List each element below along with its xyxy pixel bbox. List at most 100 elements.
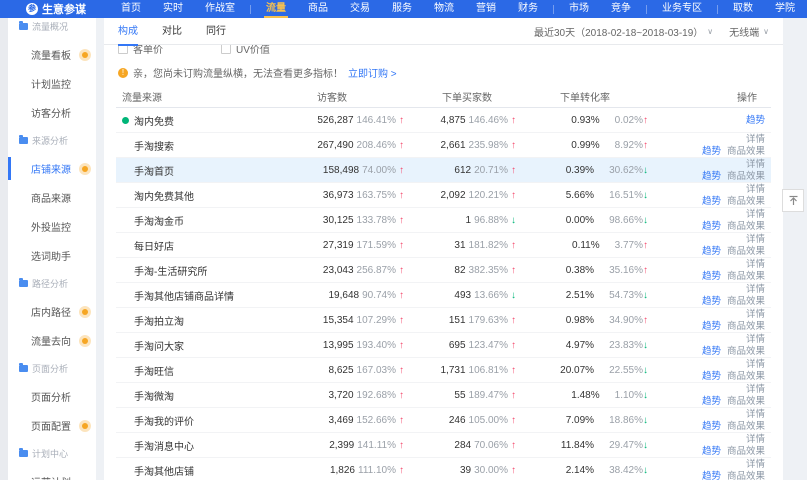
trend-link[interactable]: 趋势 [702, 346, 721, 357]
nav-item-流量[interactable]: 流量 [255, 0, 297, 18]
sidebar-item-选词助手[interactable]: 选词助手 [8, 241, 96, 270]
detail-link[interactable]: 详情 [746, 234, 765, 245]
nav-item-财务[interactable]: 财务 [507, 0, 549, 18]
arrow-up-icon: ↑ [511, 315, 516, 326]
sidebar-item-页面配置[interactable]: 页面配置 [8, 411, 96, 440]
trend-link[interactable]: 趋势 [702, 171, 721, 182]
operations-cell: 详情趋势商品效果 [686, 409, 771, 432]
detail-link[interactable]: 详情 [746, 184, 765, 195]
trend-link[interactable]: 趋势 [702, 146, 721, 157]
detail-link[interactable]: 详情 [746, 284, 765, 295]
metric-checkbox-UV价值[interactable]: UV价值 [221, 45, 270, 56]
nav-item-竞争[interactable]: 竞争 [600, 0, 642, 18]
detail-link[interactable]: 详情 [746, 334, 765, 345]
nav-item-取数[interactable]: 取数 [722, 0, 764, 18]
detail-link[interactable]: 详情 [746, 459, 765, 470]
sidebar-item-外投监控[interactable]: 外投监控 [8, 212, 96, 241]
sidebar-item-商品来源[interactable]: 商品来源 [8, 183, 96, 212]
tab-构成[interactable]: 构成 [118, 18, 138, 45]
trend-link[interactable]: 趋势 [702, 371, 721, 382]
product-effect-link[interactable]: 商品效果 [727, 271, 765, 282]
sidebar-item-页面分析[interactable]: 页面分析 [8, 382, 96, 411]
tab-对比[interactable]: 对比 [162, 18, 182, 45]
nav-item-作战室[interactable]: 作战室 [194, 0, 246, 18]
nav-item-实时[interactable]: 实时 [152, 0, 194, 18]
product-effect-link[interactable]: 商品效果 [727, 396, 765, 407]
conversion-cell: 0.39%30.62%↓ [544, 165, 686, 176]
back-to-top-button[interactable] [782, 189, 804, 212]
sidebar-item-运营计划[interactable]: 运营计划 [8, 467, 96, 480]
product-effect-link[interactable]: 商品效果 [727, 221, 765, 232]
subscribe-link[interactable]: 立即订购 > [348, 65, 397, 80]
sidebar-item-店铺来源[interactable]: 店铺来源 [8, 154, 96, 183]
terminal-select[interactable]: 无线端 ∨ [729, 24, 769, 39]
sidebar-item-流量去向[interactable]: 流量去向 [8, 326, 96, 355]
metric-checkbox-客单价[interactable]: 客单价 [118, 45, 163, 56]
trend-link[interactable]: 趋势 [702, 196, 721, 207]
folder-icon [19, 23, 28, 30]
nav-item-营销[interactable]: 营销 [465, 0, 507, 18]
left-scroll-strip[interactable] [0, 18, 8, 480]
detail-link[interactable]: 详情 [746, 309, 765, 320]
sidebar-section-计划中心[interactable]: 计划中心 [8, 440, 96, 467]
sidebar-section-页面分析[interactable]: 页面分析 [8, 355, 96, 382]
trend-link[interactable]: 趋势 [746, 115, 765, 126]
trend-link[interactable]: 趋势 [702, 471, 721, 480]
product-effect-link[interactable]: 商品效果 [727, 196, 765, 207]
metric-value: 2,092 [440, 190, 465, 201]
app-logo[interactable]: 参 生意参谋 [26, 1, 86, 17]
nav-item-商品[interactable]: 商品 [297, 0, 339, 18]
sidebar-item-流量看板[interactable]: 流量看板 [8, 40, 96, 69]
metric-value: 267,490 [317, 140, 353, 151]
product-effect-link[interactable]: 商品效果 [727, 446, 765, 457]
product-effect-link[interactable]: 商品效果 [727, 371, 765, 382]
product-effect-link[interactable]: 商品效果 [727, 421, 765, 432]
product-effect-link[interactable]: 商品效果 [727, 321, 765, 332]
nav-item-首页[interactable]: 首页 [110, 0, 152, 18]
product-effect-link[interactable]: 商品效果 [727, 146, 765, 157]
detail-link[interactable]: 详情 [746, 434, 765, 445]
trend-link[interactable]: 趋势 [702, 321, 721, 332]
arrow-up-icon: ↑ [399, 440, 404, 451]
sidebar-section-来源分析[interactable]: 来源分析 [8, 127, 96, 154]
sidebar-section-流量概况[interactable]: 流量概况 [8, 18, 96, 40]
trend-link[interactable]: 趋势 [702, 271, 721, 282]
detail-link[interactable]: 详情 [746, 359, 765, 370]
trend-link[interactable]: 趋势 [702, 446, 721, 457]
main-layout: 流量概况流量看板计划监控访客分析来源分析店铺来源商品来源外投监控选词助手路径分析… [0, 18, 807, 480]
detail-link[interactable]: 详情 [746, 209, 765, 220]
detail-link[interactable]: 详情 [746, 409, 765, 420]
trend-link[interactable]: 趋势 [702, 296, 721, 307]
product-effect-link[interactable]: 商品效果 [727, 471, 765, 480]
column-header-操作: 操作 [686, 89, 771, 104]
trend-link[interactable]: 趋势 [702, 246, 721, 257]
sidebar-item-店内路径[interactable]: 店内路径 [8, 297, 96, 326]
nav-item-业务专区[interactable]: 业务专区 [651, 0, 713, 18]
product-effect-link[interactable]: 商品效果 [727, 296, 765, 307]
product-effect-link[interactable]: 商品效果 [727, 346, 765, 357]
new-badge-icon [79, 306, 91, 318]
nav-item-交易[interactable]: 交易 [339, 0, 381, 18]
sidebar-item-计划监控[interactable]: 计划监控 [8, 69, 96, 98]
tab-同行[interactable]: 同行 [206, 18, 226, 45]
product-effect-link[interactable]: 商品效果 [727, 246, 765, 257]
nav-item-物流[interactable]: 物流 [423, 0, 465, 18]
nav-item-学院[interactable]: 学院 [764, 0, 806, 18]
arrow-down-icon: ↓ [643, 215, 648, 226]
trend-link[interactable]: 趋势 [702, 396, 721, 407]
detail-link[interactable]: 详情 [746, 384, 765, 395]
metric-delta: 96.88% [474, 215, 508, 226]
nav-item-服务[interactable]: 服务 [381, 0, 423, 18]
trend-link[interactable]: 趋势 [702, 221, 721, 232]
detail-link[interactable]: 详情 [746, 134, 765, 145]
trend-link[interactable]: 趋势 [702, 421, 721, 432]
product-effect-link[interactable]: 商品效果 [727, 171, 765, 182]
nav-item-市场[interactable]: 市场 [558, 0, 600, 18]
sidebar-item-访客分析[interactable]: 访客分析 [8, 98, 96, 127]
detail-link[interactable]: 详情 [746, 159, 765, 170]
ops-line: 趋势商品效果 [702, 271, 765, 282]
detail-link[interactable]: 详情 [746, 259, 765, 270]
sidebar-section-路径分析[interactable]: 路径分析 [8, 270, 96, 297]
date-range-picker[interactable]: 最近30天（2018-02-18~2018-03-19） ∨ [534, 24, 713, 39]
metric-cell: 31181.82%↑ [426, 240, 544, 251]
